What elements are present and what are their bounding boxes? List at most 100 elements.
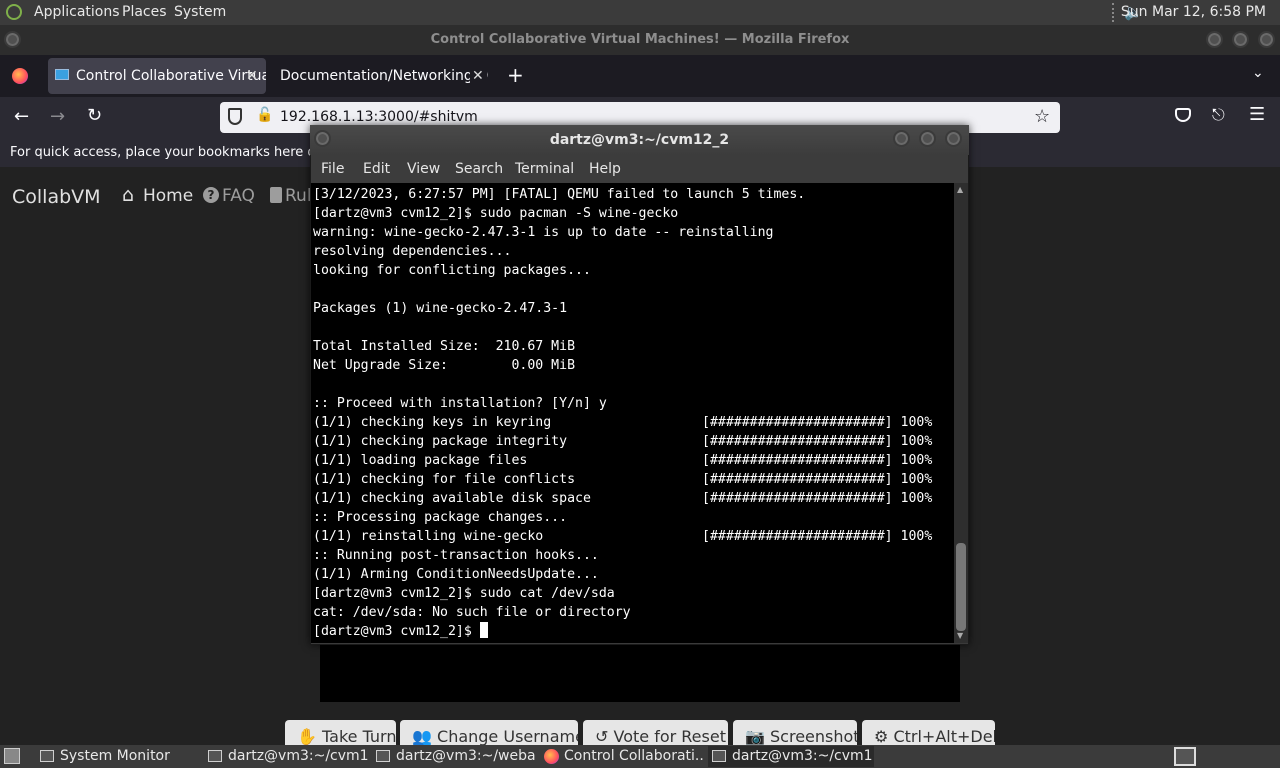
- shield-icon[interactable]: [228, 108, 242, 125]
- site-brand[interactable]: CollabVM: [12, 186, 101, 208]
- change-username-button[interactable]: 👥 Change Username: [400, 720, 578, 746]
- taskbar-item-system-monitor[interactable]: System Monitor: [36, 746, 201, 767]
- terminal-line: :: Running post-transaction hooks...: [313, 548, 599, 563]
- nav-rules[interactable]: Rul: [285, 186, 312, 206]
- browser-menu-button[interactable]: [4, 31, 21, 48]
- taskbar-item-terminal-3[interactable]: dartz@vm3:~/cvm1...: [708, 746, 874, 767]
- panel-clock[interactable]: Sun Mar 12, 6:58 PM: [1121, 4, 1266, 20]
- panel-separator: [1112, 3, 1116, 22]
- terminal-maximize-button[interactable]: [919, 130, 936, 147]
- terminal-line: [3/12/2023, 6:27:57 PM] [FATAL] QEMU fai…: [313, 187, 806, 202]
- hand-icon: ✋: [297, 727, 317, 746]
- monitor-icon: [55, 69, 69, 80]
- nav-faq[interactable]: FAQ: [222, 186, 255, 206]
- terminal-line: :: Proceed with installation? [Y/n] y: [313, 396, 607, 411]
- terminal-line: :: Processing package changes...: [313, 510, 568, 525]
- pocket-icon[interactable]: [1175, 108, 1191, 122]
- vm-display[interactable]: [320, 640, 960, 702]
- home-icon: ⌂: [122, 184, 135, 206]
- ctrl-alt-del-button[interactable]: ⚙ Ctrl+Alt+Del: [862, 720, 995, 746]
- system-menu[interactable]: System: [174, 4, 226, 20]
- menu-view[interactable]: View: [407, 161, 440, 177]
- back-icon[interactable]: ←: [14, 106, 29, 127]
- tab-documentation[interactable]: Documentation/Networking - C ✕: [270, 58, 488, 94]
- scroll-up-icon[interactable]: ▲: [957, 185, 963, 194]
- top-panel: Applications Places System 🔈 Sun Mar 12,…: [0, 0, 1280, 25]
- terminal-line: (1/1) checking for file conflicts [#####…: [313, 472, 933, 487]
- camera-icon: 📷: [745, 727, 765, 746]
- tab-label: Documentation/Networking - C: [280, 68, 488, 84]
- terminal-line: (1/1) checking keys in keyring [########…: [313, 415, 933, 430]
- terminal-line: Packages (1) wine-gecko-2.47.3-1: [313, 301, 568, 316]
- rules-icon: [270, 187, 282, 203]
- browser-title-bar: Control Collaborative Virtual Machines! …: [0, 25, 1280, 55]
- reload-icon[interactable]: ↻: [87, 105, 102, 126]
- terminal-scrollbar[interactable]: ▲ ▼: [954, 183, 968, 643]
- menu-edit[interactable]: Edit: [363, 161, 390, 177]
- hamburger-menu-icon[interactable]: ☰: [1249, 104, 1265, 125]
- distro-logo-icon[interactable]: [6, 4, 22, 20]
- menu-search[interactable]: Search: [455, 161, 503, 177]
- nav-home[interactable]: Home: [143, 186, 193, 206]
- bookmarks-hint: For quick access, place your bookmarks h…: [10, 145, 350, 160]
- terminal-output[interactable]: [3/12/2023, 6:27:57 PM] [FATAL] QEMU fai…: [311, 183, 954, 643]
- user-icon: 👥: [412, 727, 432, 746]
- forward-icon[interactable]: →: [50, 106, 65, 127]
- firefox-icon[interactable]: [12, 68, 28, 84]
- firefox-icon: [544, 749, 559, 764]
- workspace-switcher[interactable]: [1174, 747, 1196, 766]
- scrollbar-thumb[interactable]: [956, 543, 966, 631]
- undo-icon: ↺: [595, 727, 609, 746]
- tab-bar: Control Collaborative Virtua ✕ Documenta…: [0, 55, 1280, 97]
- tab-label: Control Collaborative Virtua: [76, 68, 266, 84]
- take-turn-button[interactable]: ✋ Take Turn: [285, 720, 396, 746]
- scroll-down-icon[interactable]: ▼: [957, 631, 963, 640]
- show-desktop-icon[interactable]: [4, 748, 20, 764]
- list-tabs-icon[interactable]: ⌄: [1252, 65, 1264, 81]
- terminal-cursor: [479, 622, 488, 638]
- terminal-close-button[interactable]: [945, 130, 962, 147]
- terminal-icon: [208, 750, 222, 762]
- close-tab-icon[interactable]: ✕: [246, 58, 258, 94]
- taskbar-item-terminal-2[interactable]: dartz@vm3:~/weba...: [372, 746, 536, 767]
- menu-file[interactable]: File: [321, 161, 344, 177]
- terminal-line: [dartz@vm3 cvm12_2]$ sudo pacman -S wine…: [313, 206, 679, 221]
- terminal-line: [dartz@vm3 cvm12_2]$ sudo cat /dev/sda: [313, 586, 615, 601]
- bookmark-star-icon[interactable]: ☆: [1034, 106, 1050, 127]
- close-tab-icon[interactable]: ✕: [470, 58, 486, 94]
- vote-reset-button[interactable]: ↺ Vote for Reset: [583, 720, 728, 746]
- terminal-line: (1/1) loading package files [###########…: [313, 453, 933, 468]
- taskbar-item-terminal-1[interactable]: dartz@vm3:~/cvm12: [204, 746, 368, 767]
- terminal-title: dartz@vm3:~/cvm12_2: [549, 132, 730, 148]
- terminal-menu-button[interactable]: [314, 130, 331, 147]
- menu-help[interactable]: Help: [589, 161, 621, 177]
- terminal-line: (1/1) reinstalling wine-gecko [#########…: [313, 529, 933, 544]
- extensions-icon[interactable]: ⎋: [1212, 105, 1225, 125]
- menu-terminal[interactable]: Terminal: [515, 161, 574, 177]
- terminal-line: (1/1) Arming ConditionNeedsUpdate...: [313, 567, 599, 582]
- places-menu[interactable]: Places: [122, 4, 167, 20]
- gear-icon: ⚙: [874, 727, 889, 746]
- terminal-line: warning: wine-gecko-2.47.3-1 is up to da…: [313, 225, 774, 240]
- terminal-line: cat: /dev/sda: No such file or directory: [313, 605, 631, 620]
- url-text[interactable]: 192.168.1.13:3000/#shitvm: [280, 109, 478, 125]
- taskbar-item-firefox[interactable]: Control Collaborati...: [540, 746, 704, 767]
- terminal-line: (1/1) checking available disk space [###…: [313, 491, 933, 506]
- question-icon: ?: [203, 187, 219, 203]
- terminal-title-bar[interactable]: dartz@vm3:~/cvm12_2: [310, 125, 969, 155]
- screenshot-button[interactable]: 📷 Screenshot: [733, 720, 857, 746]
- browser-maximize-button[interactable]: [1232, 31, 1249, 48]
- browser-close-button[interactable]: [1258, 31, 1275, 48]
- insecure-lock-icon[interactable]: 🔓: [256, 107, 273, 123]
- terminal-prompt-line[interactable]: [dartz@vm3 cvm12_2]$: [313, 622, 954, 641]
- terminal-line: resolving dependencies...: [313, 244, 512, 259]
- terminal-line: looking for conflicting packages...: [313, 263, 591, 278]
- browser-minimize-button[interactable]: [1206, 31, 1223, 48]
- applications-menu[interactable]: Applications: [34, 4, 120, 20]
- tab-collabvm[interactable]: Control Collaborative Virtua ✕: [48, 58, 266, 94]
- new-tab-icon[interactable]: +: [507, 63, 524, 87]
- bottom-taskbar: System Monitor dartz@vm3:~/cvm12 dartz@v…: [0, 745, 1280, 768]
- terminal-minimize-button[interactable]: [893, 130, 910, 147]
